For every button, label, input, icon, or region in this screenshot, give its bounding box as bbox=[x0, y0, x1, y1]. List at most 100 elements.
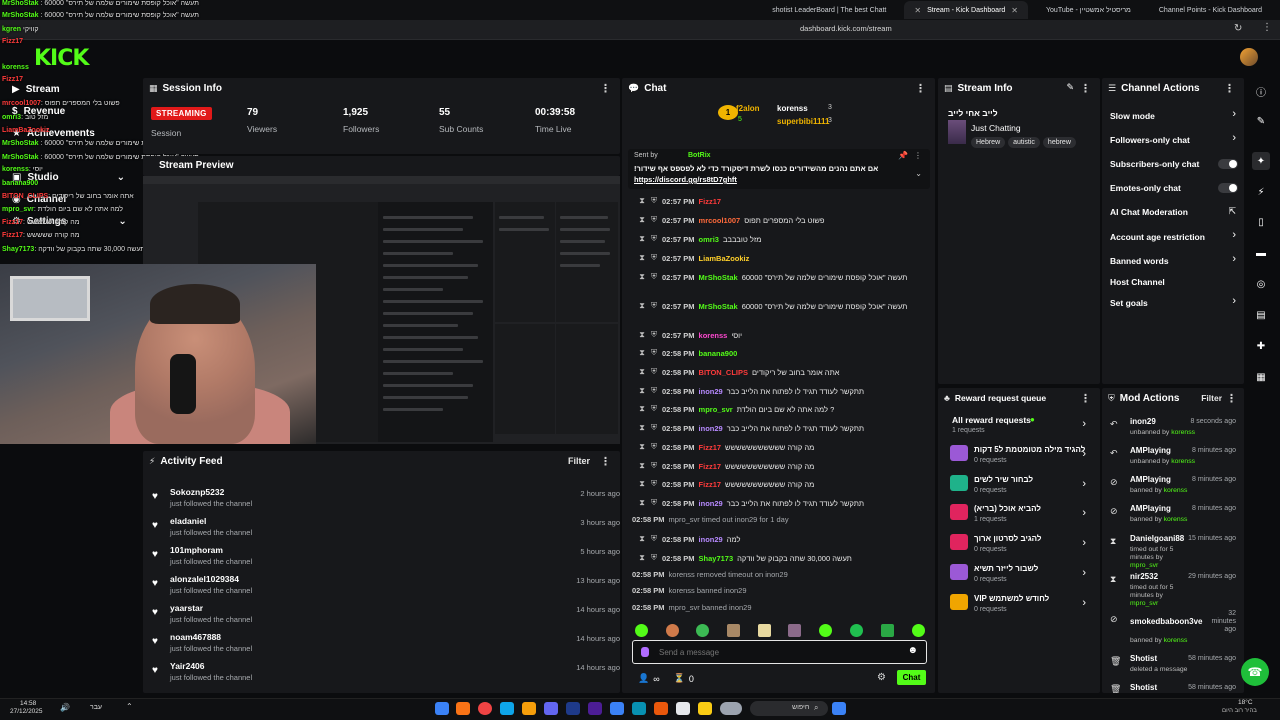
chevron-right-icon[interactable]: › bbox=[1082, 567, 1086, 579]
chevron-down-icon[interactable]: ⌄ bbox=[915, 169, 922, 178]
app-icon[interactable] bbox=[500, 702, 514, 715]
leaderboard-user[interactable]: korenss bbox=[777, 104, 808, 113]
shield-icon[interactable]: ⛨ bbox=[650, 234, 658, 244]
shield-icon[interactable]: ⛨ bbox=[650, 534, 658, 544]
msg-user[interactable]: MrShoStak bbox=[699, 302, 738, 311]
browser-tab[interactable]: shotist LeaderBoard | The best Chatt bbox=[762, 1, 896, 19]
leaderboard-user[interactable]: f2alon bbox=[736, 104, 760, 113]
shield-icon[interactable]: ⛨ bbox=[650, 479, 658, 489]
taskbar-search[interactable]: חיפוש ⌕ bbox=[750, 701, 828, 716]
msg-user[interactable]: Fizz17 bbox=[699, 443, 722, 452]
emoji-icon[interactable]: ☻ bbox=[907, 645, 918, 656]
msg-user[interactable]: inon29 bbox=[699, 535, 723, 544]
category-thumbnail[interactable] bbox=[948, 120, 966, 144]
msg-user[interactable]: inon29 bbox=[699, 499, 723, 508]
hourglass-icon[interactable]: ⧗ bbox=[638, 234, 646, 244]
radio-icon[interactable]: ◎ bbox=[1252, 275, 1270, 293]
channel-action-banned-words[interactable]: Banned words bbox=[1110, 256, 1169, 266]
activity-user[interactable]: alonzalel1029384 bbox=[170, 574, 239, 584]
tag[interactable]: Hebrew bbox=[971, 137, 1006, 148]
more-icon[interactable]: ⋮ bbox=[1224, 82, 1235, 95]
more-icon[interactable]: ⋮ bbox=[600, 455, 611, 468]
app-icon[interactable] bbox=[435, 702, 449, 715]
channel-action-account-age[interactable]: Account age restriction bbox=[1110, 232, 1205, 242]
emote[interactable] bbox=[912, 624, 925, 637]
close-icon[interactable]: ✕ bbox=[914, 6, 921, 15]
mod-target-user[interactable]: AMPlaying bbox=[1130, 446, 1171, 455]
more-icon[interactable]: ⋮ bbox=[914, 151, 922, 160]
emote[interactable] bbox=[727, 624, 740, 637]
browser-tab[interactable]: YouTube - מריסטיל אמשטיין bbox=[1036, 1, 1141, 19]
app-icon[interactable] bbox=[588, 702, 602, 715]
pinned-message[interactable]: Sent by BotRix 📌 ⋮ !אם אתם נהנים מהשידור… bbox=[628, 149, 930, 189]
shield-icon[interactable]: ⛨ bbox=[650, 215, 658, 225]
msg-user[interactable]: omri3 bbox=[699, 235, 719, 244]
hourglass-icon[interactable]: ⧗ bbox=[638, 498, 646, 508]
more-icon[interactable]: ⋮ bbox=[600, 82, 611, 95]
chevron-right-icon[interactable]: › bbox=[1082, 448, 1086, 460]
taskbar-lang[interactable]: עבר bbox=[90, 704, 102, 711]
activity-user[interactable]: Sokoznp5232 bbox=[170, 487, 224, 497]
msg-user[interactable]: BITON_CLIPS bbox=[699, 368, 748, 377]
msg-user[interactable]: MrShoStak bbox=[699, 273, 738, 282]
shield-icon[interactable]: ⛨ bbox=[650, 553, 658, 563]
support-chat-button[interactable]: ☎ bbox=[1241, 658, 1269, 686]
all-reward-requests[interactable]: All reward requests bbox=[952, 415, 1031, 425]
app-icon[interactable] bbox=[676, 702, 690, 715]
app-icon[interactable] bbox=[522, 702, 536, 715]
emote[interactable] bbox=[666, 624, 679, 637]
more-icon[interactable]: ⋮ bbox=[1080, 392, 1091, 405]
channel-action-subscribers-only[interactable]: Subscribers-only chat bbox=[1110, 159, 1199, 169]
tag[interactable]: autistic bbox=[1008, 137, 1040, 148]
activity-user[interactable]: yaarstar bbox=[170, 603, 203, 613]
hourglass-icon[interactable]: ⧗ bbox=[638, 272, 646, 282]
chat-icon[interactable]: ▬ bbox=[1252, 244, 1270, 262]
mod-target-user[interactable]: Danielgoani88 bbox=[1130, 534, 1184, 543]
reward-title[interactable]: לשבור לייזר תשיא bbox=[974, 564, 1038, 573]
browser-tab[interactable]: Channel Points - Kick Dashboard bbox=[1149, 1, 1272, 19]
start-icon[interactable] bbox=[832, 702, 846, 715]
app-icon[interactable] bbox=[456, 702, 470, 715]
emotes-only-toggle[interactable] bbox=[1218, 183, 1238, 193]
emote[interactable] bbox=[819, 624, 832, 637]
hourglass-icon[interactable]: ⧗ bbox=[638, 330, 646, 340]
emote[interactable] bbox=[881, 624, 894, 637]
shield-icon[interactable]: ⛨ bbox=[650, 348, 658, 358]
mod-target-user[interactable]: AMPlaying bbox=[1130, 475, 1171, 484]
chat-input[interactable] bbox=[659, 645, 899, 659]
chevron-right-icon[interactable]: › bbox=[1232, 229, 1236, 241]
msg-user[interactable]: korenss bbox=[699, 331, 728, 340]
activity-user[interactable]: Yair2406 bbox=[170, 661, 205, 671]
reload-icon[interactable]: ↻ bbox=[1234, 23, 1242, 34]
channel-action-host-channel[interactable]: Host Channel bbox=[1110, 277, 1165, 287]
reward-title[interactable]: להגיב לסרטון ארוך bbox=[974, 534, 1042, 543]
emote[interactable] bbox=[635, 624, 648, 637]
shield-icon[interactable]: ⛨ bbox=[650, 367, 658, 377]
file-icon[interactable]: ▯ bbox=[1252, 213, 1270, 231]
shield-icon[interactable]: ⛨ bbox=[650, 386, 658, 396]
hourglass-icon[interactable]: ⧗ bbox=[638, 196, 646, 206]
app-icon[interactable] bbox=[478, 702, 492, 715]
reward-title[interactable]: VIP לחודש למשתמש bbox=[974, 594, 1049, 603]
app-icon[interactable] bbox=[566, 702, 580, 715]
msg-user[interactable]: Fizz17 bbox=[699, 480, 722, 489]
hourglass-icon[interactable]: ⧗ bbox=[638, 253, 646, 263]
msg-user[interactable]: inon29 bbox=[699, 387, 723, 396]
msg-user[interactable]: banana900 bbox=[699, 349, 738, 358]
channel-action-slow-mode[interactable]: Slow mode bbox=[1110, 111, 1155, 121]
speaker-icon[interactable]: 🔊 bbox=[60, 703, 70, 712]
shield-icon[interactable]: ⛨ bbox=[650, 442, 658, 452]
mod-target-user[interactable]: nir2532 bbox=[1130, 572, 1158, 581]
activity-user[interactable]: eladaniel bbox=[170, 516, 206, 526]
msg-user[interactable]: LiamBaZookiz bbox=[699, 254, 750, 263]
gear-icon[interactable]: ⚙ bbox=[877, 672, 886, 683]
channel-action-ai-moderation[interactable]: AI Chat Moderation bbox=[1110, 207, 1188, 217]
chevron-right-icon[interactable]: › bbox=[1082, 507, 1086, 519]
shield-icon[interactable]: ⛨ bbox=[650, 272, 658, 282]
mod-target-user[interactable]: AMPlaying bbox=[1130, 504, 1171, 513]
category-name[interactable]: Just Chatting bbox=[971, 123, 1021, 133]
hourglass-icon[interactable]: ⧗ bbox=[638, 423, 646, 433]
msg-user[interactable]: Fizz17 bbox=[699, 197, 722, 206]
reward-title[interactable]: להגיד מילה מטומטמת ל5 דקות bbox=[974, 445, 1085, 454]
app-icon[interactable] bbox=[654, 702, 668, 715]
